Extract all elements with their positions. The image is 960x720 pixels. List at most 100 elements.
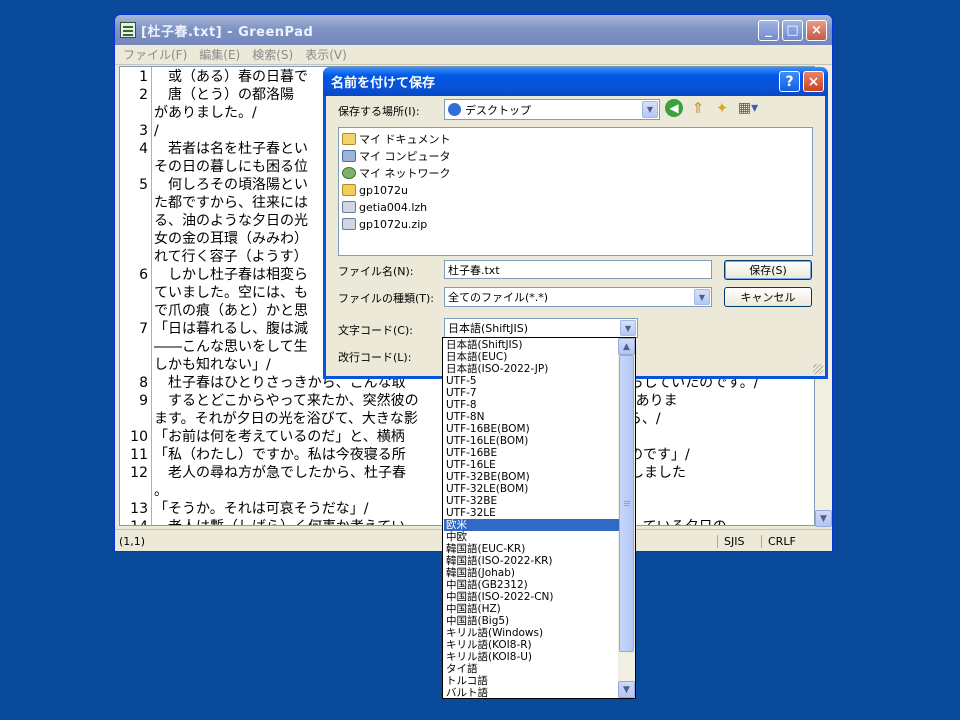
minimize-icon: _ xyxy=(765,22,772,38)
window-title: [杜子春.txt] - GreenPad xyxy=(141,24,314,40)
charcode-dropdown-list[interactable]: ▲ ▼ 日本語(ShiftJIS) 日本語(EUC) 日本語(ISO-2022-JP… xyxy=(442,337,636,699)
charcode-option[interactable]: UTF-16BE xyxy=(444,447,619,459)
file-list-item[interactable]: gp1072u.zip xyxy=(342,216,427,232)
charcode-option[interactable]: 韓国語(ISO-2022-KR) xyxy=(444,555,619,567)
charcode-option[interactable]: 中国語(GB2312) xyxy=(444,579,619,591)
new-folder-icon[interactable]: ✦ xyxy=(713,99,731,117)
line-text: 「そうか。それは可哀そうだな」/ xyxy=(154,501,369,517)
dialog-close-button[interactable]: × xyxy=(803,71,824,92)
my-network-icon xyxy=(342,167,356,179)
location-combo[interactable]: デスクトップ ▼ xyxy=(444,99,660,120)
charcode-option[interactable]: UTF-8 xyxy=(444,399,619,411)
line-text: その日の暮しにも困る位 xyxy=(154,159,308,175)
file-list-item[interactable]: マイ ネットワーク xyxy=(342,165,451,181)
charcode-combo[interactable]: 日本語(ShiftJIS) ▼ xyxy=(444,318,638,338)
filename-value: 杜子春.txt xyxy=(448,263,500,277)
line-text: 唐（とう）の都洛陽 xyxy=(154,87,294,103)
charcode-value: 日本語(ShiftJIS) xyxy=(448,322,529,335)
line-text: ――こんな思いをして生 xyxy=(154,339,308,355)
charcode-option[interactable]: キリル語(Windows) xyxy=(444,627,619,639)
charcode-option[interactable]: UTF-16LE(BOM) xyxy=(444,435,619,447)
scroll-up-arrow-icon[interactable]: ▲ xyxy=(618,338,635,355)
folder-icon xyxy=(342,184,356,196)
main-titlebar[interactable]: [杜子春.txt] - GreenPad _ □ × xyxy=(115,15,832,45)
menu-edit[interactable]: 編集(E) xyxy=(199,46,240,63)
filename-input[interactable]: 杜子春.txt xyxy=(444,260,712,279)
minimize-button[interactable]: _ xyxy=(758,19,779,41)
menu-file[interactable]: ファイル(F) xyxy=(123,46,187,63)
chevron-down-icon[interactable]: ▼ xyxy=(620,320,636,336)
file-name: getia004.lzh xyxy=(359,200,428,214)
charcode-option[interactable]: UTF-8N xyxy=(444,411,619,423)
line-text: ていました。空には、も xyxy=(154,285,308,301)
file-list[interactable]: マイ ドキュメントマイ コンピュータ マイ ネットワーク gp1072u getia0… xyxy=(338,127,813,256)
charcode-option[interactable]: 欧米 xyxy=(444,519,619,531)
filetype-combo[interactable]: 全てのファイル(*.*) ▼ xyxy=(444,287,712,307)
file-list-item[interactable]: getia004.lzh xyxy=(342,199,427,215)
line-text: 「お前は何を考えているのだ」と、横柄 xyxy=(154,429,405,445)
back-arrow-icon[interactable]: ◀ xyxy=(665,99,683,117)
resize-grip[interactable] xyxy=(813,364,823,374)
line-number: 3 xyxy=(139,123,148,139)
charcode-option[interactable]: UTF-32LE(BOM) xyxy=(444,483,619,495)
charcode-option[interactable]: 中国語(ISO-2022-CN) xyxy=(444,591,619,603)
cancel-button-label: キャンセル xyxy=(740,291,796,304)
line-number: 14 xyxy=(120,518,148,525)
save-button[interactable]: 保存(S) xyxy=(724,260,812,280)
close-button[interactable]: × xyxy=(806,19,827,41)
charcode-option[interactable]: 日本語(EUC) xyxy=(444,351,619,363)
scroll-down-arrow-icon[interactable]: ▼ xyxy=(815,510,832,527)
menu-search[interactable]: 検索(S) xyxy=(252,46,293,63)
charcode-option[interactable]: バルト語 xyxy=(444,687,619,699)
linebreak-label: 改行コード(L): xyxy=(338,351,412,364)
charcode-option[interactable]: 日本語(ShiftJIS) xyxy=(444,339,619,351)
file-list-item[interactable]: gp1072u xyxy=(342,182,408,198)
save-as-dialog: 名前を付けて保存 ? × 保存する場所(I): デスクトップ ▼ ◀ ⇑ ✦ ▦… xyxy=(323,67,828,379)
maximize-button[interactable]: □ xyxy=(782,19,803,41)
location-value: デスクトップ xyxy=(465,103,531,117)
charcode-option[interactable]: タイ語 xyxy=(444,663,619,675)
charcode-option[interactable]: キリル語(KOI8-U) xyxy=(444,651,619,663)
charcode-option[interactable]: UTF-16LE xyxy=(444,459,619,471)
line-number: 8 xyxy=(139,375,148,391)
line-number: 6 xyxy=(139,267,148,283)
dropdown-scrollbar[interactable]: ▲ ▼ xyxy=(618,338,635,698)
charcode-option[interactable]: 日本語(ISO-2022-JP) xyxy=(444,363,619,375)
file-list-item[interactable]: マイ ドキュメント xyxy=(342,131,451,147)
scroll-down-arrow-icon[interactable]: ▼ xyxy=(618,681,635,698)
charcode-option[interactable]: 韓国語(EUC-KR) xyxy=(444,543,619,555)
charcode-option[interactable]: UTF-32BE(BOM) xyxy=(444,471,619,483)
charcode-option[interactable]: 中国語(Big5) xyxy=(444,615,619,627)
charcode-label: 文字コード(C): xyxy=(338,324,413,337)
charcode-option[interactable]: 中欧 xyxy=(444,531,619,543)
line-text: しかし杜子春は相変ら xyxy=(154,267,308,283)
file-list-item[interactable]: マイ コンピュータ xyxy=(342,148,451,164)
chevron-down-icon[interactable]: ▼ xyxy=(642,101,658,118)
line-number: 11 xyxy=(130,447,148,463)
my-computer-icon xyxy=(342,150,356,162)
line-text: れて行く容子（ようす） xyxy=(154,249,308,265)
close-icon: × xyxy=(807,73,820,90)
charcode-option[interactable]: UTF-5 xyxy=(444,375,619,387)
file-name: マイ ドキュメント xyxy=(359,133,451,146)
dialog-titlebar[interactable]: 名前を付けて保存 ? × xyxy=(323,67,828,96)
charcode-option[interactable]: 韓国語(Johab) xyxy=(444,567,619,579)
menu-bar: ファイル(F) 編集(E) 検索(S) 表示(V) xyxy=(115,45,832,65)
dropdown-scroll-thumb[interactable] xyxy=(619,355,634,652)
charcode-option[interactable]: UTF-7 xyxy=(444,387,619,399)
charcode-option[interactable]: UTF-32LE xyxy=(444,507,619,519)
cancel-button[interactable]: キャンセル xyxy=(724,287,812,307)
up-folder-icon[interactable]: ⇑ xyxy=(689,99,707,117)
chevron-down-icon[interactable]: ▼ xyxy=(694,289,710,305)
line-text: しかも知れない」/ xyxy=(154,357,271,373)
charcode-option[interactable]: UTF-16BE(BOM) xyxy=(444,423,619,435)
charcode-option[interactable]: 中国語(HZ) xyxy=(444,603,619,615)
location-label: 保存する場所(I): xyxy=(338,105,420,118)
view-menu-icon[interactable]: ▦▾ xyxy=(737,99,759,117)
charcode-option[interactable]: トルコ語 xyxy=(444,675,619,687)
line-text: で爪の痕（あと）かと思 xyxy=(154,303,308,319)
charcode-option[interactable]: キリル語(KOI8-R) xyxy=(444,639,619,651)
help-button[interactable]: ? xyxy=(779,71,800,92)
charcode-option[interactable]: UTF-32BE xyxy=(444,495,619,507)
menu-view[interactable]: 表示(V) xyxy=(305,46,347,63)
